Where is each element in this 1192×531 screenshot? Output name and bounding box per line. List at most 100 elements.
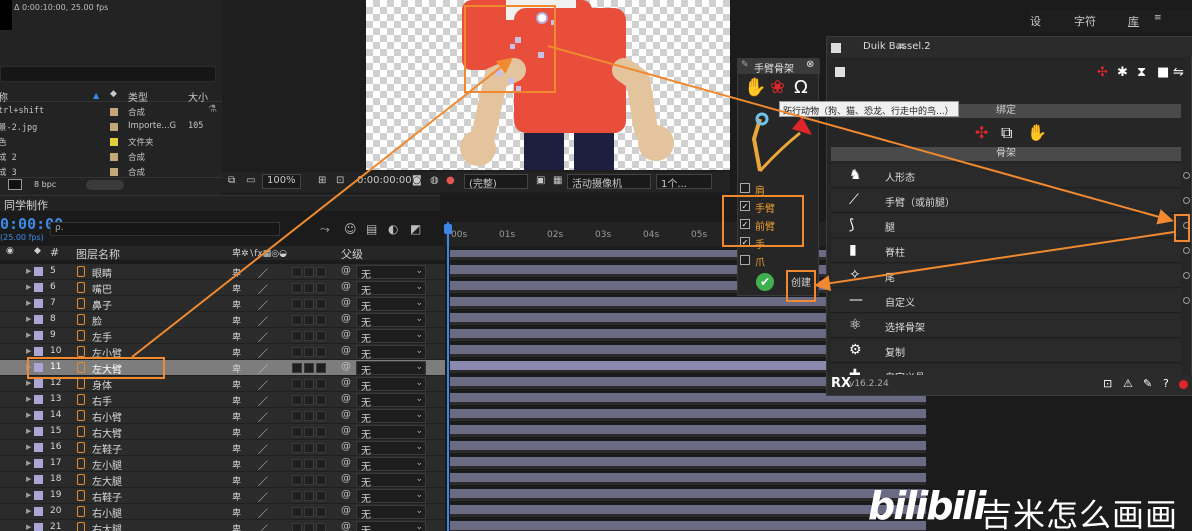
layer-name[interactable]: 右大臂 xyxy=(92,425,122,440)
duik-item-3[interactable]: ⟆ 腿 xyxy=(831,214,1190,238)
duik-item-8[interactable]: ⚙ 复制 xyxy=(831,339,1181,363)
layer-label-color[interactable] xyxy=(34,395,43,404)
switch-box[interactable] xyxy=(304,491,314,501)
parent-pickwhip-icon[interactable]: @ xyxy=(341,281,351,292)
parent-pickwhip-icon[interactable]: @ xyxy=(341,345,351,356)
parent-pickwhip-icon[interactable]: @ xyxy=(341,473,351,484)
switch-box[interactable] xyxy=(304,283,314,293)
expand-triangle-icon[interactable]: ▶ xyxy=(26,379,31,387)
quality-switch-icon[interactable]: ／ xyxy=(258,489,268,504)
parent-select[interactable]: 无⌄ xyxy=(356,329,426,345)
chat-icon[interactable]: ⊡ xyxy=(1103,377,1112,390)
shy-switch-icon[interactable]: 卑 xyxy=(232,282,241,295)
arm-option[interactable]: 爪 xyxy=(740,253,818,270)
views-select[interactable]: 1个... xyxy=(656,174,712,190)
graph-editor-icon[interactable]: ◩ xyxy=(410,222,421,236)
layer-label-color[interactable] xyxy=(34,315,43,324)
quality-switch-icon[interactable]: ／ xyxy=(258,329,268,344)
parent-pickwhip-icon[interactable]: @ xyxy=(341,425,351,436)
label-tag-icon[interactable]: ◆ xyxy=(34,246,41,256)
paw-icon[interactable]: ❀ xyxy=(770,77,785,98)
quality-switch-icon[interactable]: ／ xyxy=(258,505,268,520)
quality-switch-icon[interactable]: ／ xyxy=(258,393,268,408)
power-icon[interactable] xyxy=(1179,380,1188,389)
switch-box[interactable] xyxy=(316,283,326,293)
switch-box[interactable] xyxy=(304,299,314,309)
quality-switch-icon[interactable]: ／ xyxy=(258,297,268,312)
switch-box[interactable] xyxy=(304,523,314,531)
parent-select[interactable]: 无⌄ xyxy=(356,361,426,377)
project-search-input[interactable] xyxy=(0,66,216,82)
column-size[interactable]: 大小 xyxy=(188,89,208,104)
help-icon[interactable]: ? xyxy=(1163,377,1169,390)
quality-switch-icon[interactable]: ／ xyxy=(258,457,268,472)
switch-box[interactable] xyxy=(304,475,314,485)
switch-box[interactable] xyxy=(292,379,302,389)
layer-label-color[interactable] xyxy=(34,267,43,276)
zoom-select[interactable]: 100% xyxy=(262,174,301,189)
switch-box[interactable] xyxy=(292,411,302,421)
layer-row[interactable]: ▶ 8 脸 卑 ／ @ 无 ⌄ xyxy=(0,312,445,329)
parent-select[interactable]: 无⌄ xyxy=(356,313,426,329)
switch-box[interactable] xyxy=(292,331,302,341)
switch-box[interactable] xyxy=(304,443,314,453)
switch-box[interactable] xyxy=(316,299,326,309)
camera-select[interactable]: 活动摄像机 xyxy=(567,174,651,190)
switch-box[interactable] xyxy=(292,475,302,485)
switch-box[interactable] xyxy=(316,443,326,453)
switch-box[interactable] xyxy=(316,379,326,389)
switch-box[interactable] xyxy=(304,395,314,405)
sort-arrow-icon[interactable]: ▲ xyxy=(93,91,99,100)
layer-label-color[interactable] xyxy=(34,411,43,420)
parent-pickwhip-icon[interactable]: @ xyxy=(341,377,351,388)
layer-row[interactable]: ▶ 16 左鞋子 卑 ／ @ 无 ⌄ xyxy=(0,440,445,457)
layer-name[interactable]: 左大腿 xyxy=(92,473,122,488)
switch-box[interactable] xyxy=(292,347,302,357)
parent-select[interactable]: 无⌄ xyxy=(356,297,426,313)
layer-duration-bar[interactable] xyxy=(450,473,926,485)
parent-pickwhip-icon[interactable]: @ xyxy=(341,489,351,500)
fit-icon[interactable]: ⊞ xyxy=(318,175,326,186)
switch-box[interactable] xyxy=(292,315,302,325)
layer-name[interactable]: 脸 xyxy=(92,313,102,328)
switch-box[interactable] xyxy=(304,427,314,437)
parent-select[interactable]: 无⌄ xyxy=(356,345,426,361)
parent-select[interactable]: 无⌄ xyxy=(356,265,426,281)
switch-box[interactable] xyxy=(292,267,302,277)
quality-switch-icon[interactable]: ／ xyxy=(258,313,268,328)
camera-icon[interactable]: ◙ xyxy=(412,175,422,186)
duik-item-7[interactable]: ⚛ 选择骨架 xyxy=(831,314,1181,338)
layer-name[interactable]: 眼睛 xyxy=(92,265,112,280)
layer-label-color[interactable] xyxy=(34,347,43,356)
quality-switch-icon[interactable]: ／ xyxy=(258,265,268,280)
horseshoe-icon[interactable]: Ω xyxy=(794,77,808,98)
expand-triangle-icon[interactable]: ▶ xyxy=(26,267,31,275)
layer-name[interactable]: 左鞋子 xyxy=(92,441,122,456)
switch-box[interactable] xyxy=(316,427,326,437)
switch-box[interactable] xyxy=(292,299,302,309)
switch-box[interactable] xyxy=(316,491,326,501)
alert-icon[interactable]: ⚠ xyxy=(1123,377,1133,390)
color-icon[interactable]: ● xyxy=(446,175,455,186)
parent-pickwhip-icon[interactable]: @ xyxy=(341,457,351,468)
quality-switch-icon[interactable]: ／ xyxy=(258,441,268,456)
layer-name[interactable]: 身体 xyxy=(92,377,112,392)
expand-triangle-icon[interactable]: ▶ xyxy=(26,347,31,355)
layer-label-color[interactable] xyxy=(34,379,43,388)
motion-blur-icon[interactable]: ◐ xyxy=(388,222,398,236)
layer-row[interactable]: ▶ 18 左大腿 卑 ／ @ 无 ⌄ xyxy=(0,472,445,489)
layer-row[interactable]: ▶ 9 左手 卑 ／ @ 无 ⌄ xyxy=(0,328,445,345)
quality-switch-icon[interactable]: ／ xyxy=(258,361,268,376)
layer-row[interactable]: ▶ 6 嘴巴 卑 ／ @ 无 ⌄ xyxy=(0,280,445,297)
switch-box[interactable] xyxy=(316,475,326,485)
parent-pickwhip-icon[interactable]: @ xyxy=(341,329,351,340)
visibility-icon[interactable]: ◉ xyxy=(6,246,14,256)
checkbox[interactable] xyxy=(740,255,750,265)
duik-item-4[interactable]: ▮ 脊柱 xyxy=(831,239,1190,263)
quality-switch-icon[interactable]: ／ xyxy=(258,521,268,531)
shy-switch-icon[interactable]: 卑 xyxy=(232,522,241,531)
expand-triangle-icon[interactable]: ▶ xyxy=(26,283,31,291)
options-dot[interactable] xyxy=(1183,172,1190,179)
shy-switch-icon[interactable]: 卑 xyxy=(232,426,241,439)
menu-icon[interactable]: ≡ xyxy=(1154,13,1162,23)
